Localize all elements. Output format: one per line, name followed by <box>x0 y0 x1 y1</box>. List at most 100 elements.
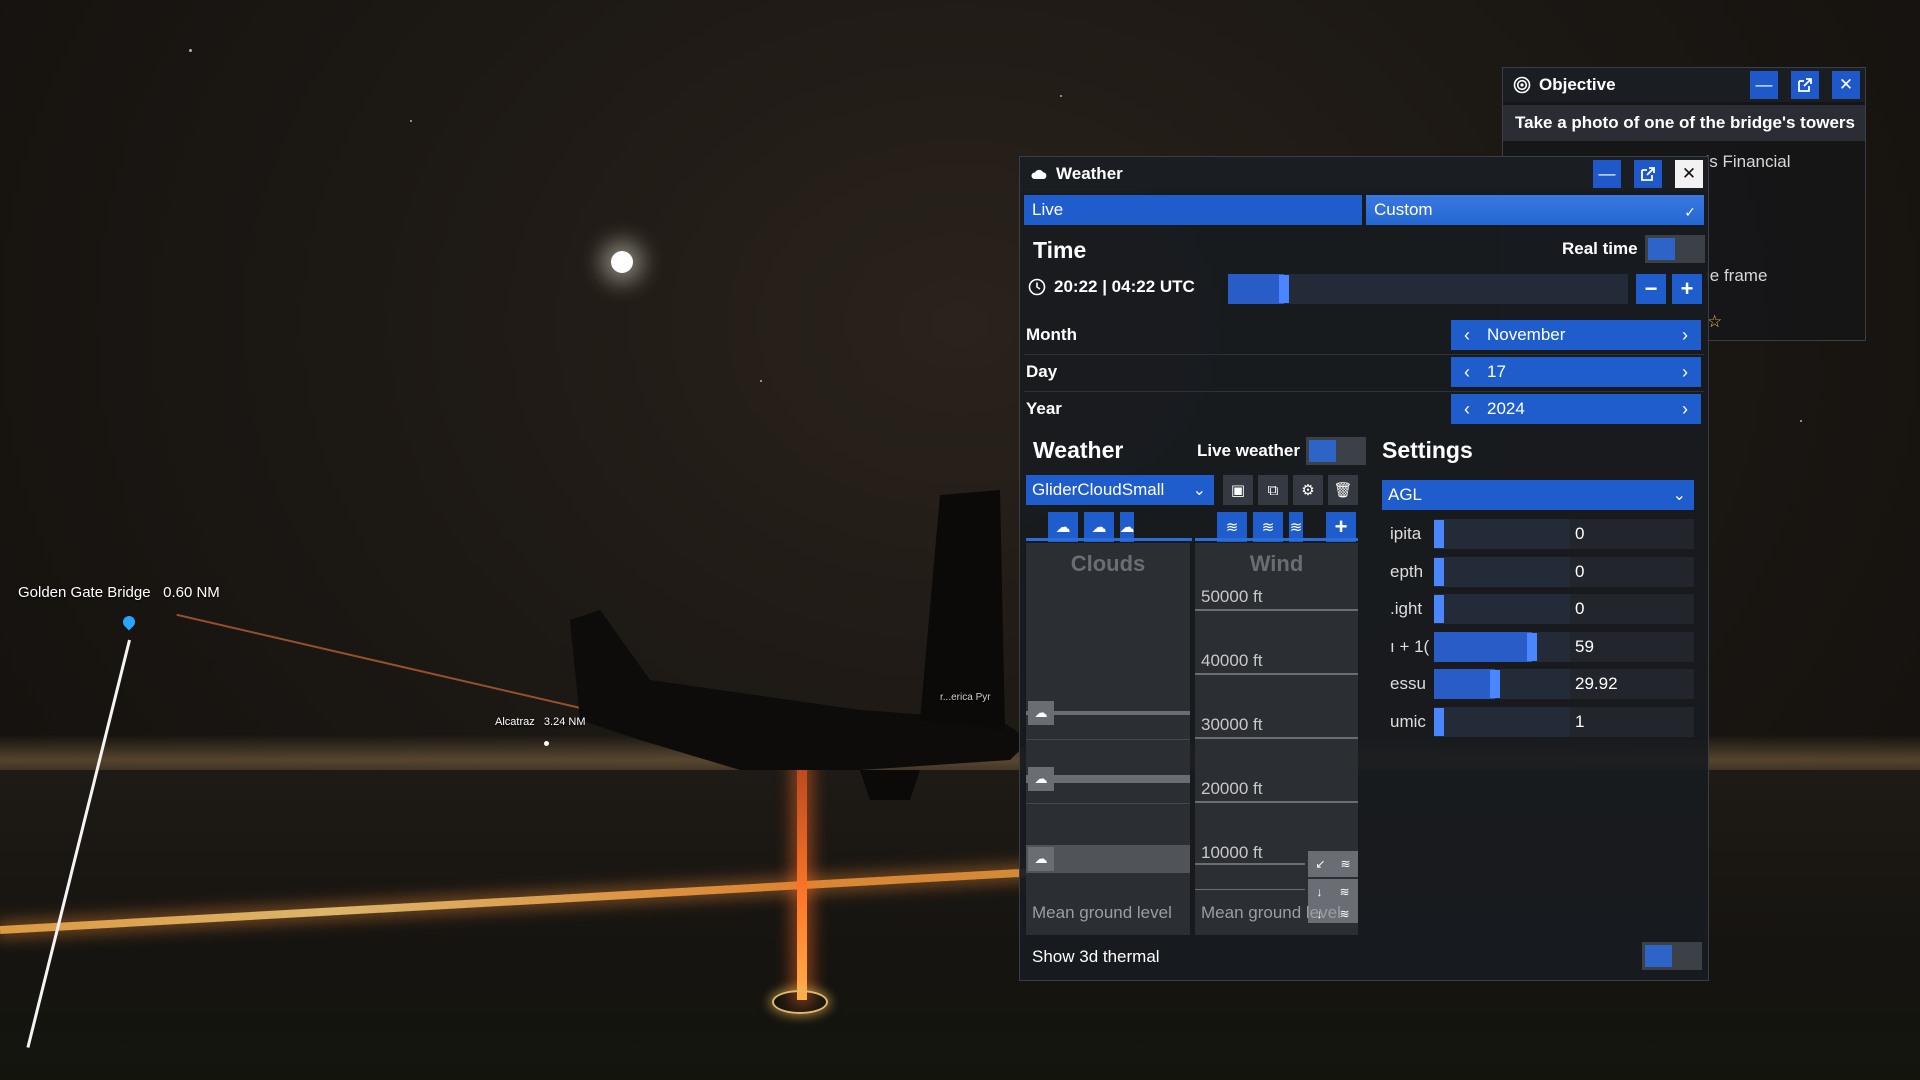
marker-alc-dot[interactable] <box>544 741 549 746</box>
time-readout: 20:22 | 04:22 UTC <box>1028 277 1195 297</box>
time-decrease-button[interactable]: − <box>1636 274 1666 304</box>
plus-icon: + <box>1334 514 1348 539</box>
cloud-icon: ☁ <box>1034 771 1048 786</box>
chevron-right-icon[interactable]: › <box>1669 399 1701 420</box>
setting-label: ı + 1( <box>1390 636 1430 656</box>
setting-slider[interactable] <box>1434 631 1570 662</box>
tab-custom[interactable]: Custom ✓ <box>1366 195 1704 225</box>
setting-slider[interactable] <box>1434 556 1570 587</box>
cloud-layer-handle[interactable]: ☁ <box>1028 847 1054 871</box>
popout-button[interactable] <box>1791 71 1819 99</box>
star <box>760 380 762 382</box>
preset-dropdown[interactable]: GliderCloudSmall ⌄ <box>1026 475 1214 505</box>
chevron-right-icon[interactable]: › <box>1669 325 1701 346</box>
time-slider-fill <box>1228 274 1284 304</box>
setting-slider-knob[interactable] <box>1526 632 1537 661</box>
weather-titlebar: Weather — ✕ <box>1020 157 1708 191</box>
altitude-mode-value: AGL <box>1388 485 1423 504</box>
minimize-button[interactable]: — <box>1750 71 1778 99</box>
year-value: 2024 <box>1487 399 1525 418</box>
setting-label: .ight <box>1390 599 1423 618</box>
objective-title: Objective <box>1539 75 1616 94</box>
tab-live-label: Live <box>1032 200 1064 219</box>
arrow-icon: ↓ <box>1316 885 1323 899</box>
day-spinner[interactable]: ‹ 17 › <box>1451 357 1701 387</box>
popout-button[interactable] <box>1634 160 1662 188</box>
setting-slider-fill <box>1434 631 1532 662</box>
copy-preset-button[interactable]: ⧉ <box>1258 475 1288 505</box>
close-button[interactable]: ✕ <box>1832 71 1860 99</box>
setting-slider-knob[interactable] <box>1434 557 1444 586</box>
setting-value[interactable]: 0 <box>1575 524 1584 544</box>
aircraft-silhouette <box>570 490 1030 800</box>
setting-slider[interactable] <box>1434 706 1570 737</box>
location-pin-icon[interactable] <box>120 613 138 631</box>
chevron-left-icon[interactable]: ‹ <box>1451 362 1483 383</box>
setting-label: umic <box>1390 711 1426 731</box>
month-spinner[interactable]: ‹ November › <box>1451 320 1701 350</box>
setting-slider[interactable] <box>1434 519 1570 549</box>
realtime-toggle[interactable] <box>1645 235 1705 263</box>
preset-settings-button[interactable]: ⚙ <box>1293 475 1323 505</box>
grid-line <box>1026 739 1190 740</box>
altitude-line <box>1195 609 1358 611</box>
setting-slider-knob[interactable] <box>1434 707 1444 736</box>
minimize-icon: — <box>1598 164 1616 183</box>
minimize-button[interactable]: — <box>1593 160 1621 188</box>
cloud-icon: ☁ <box>1034 851 1048 866</box>
setting-slider[interactable] <box>1434 669 1570 699</box>
time-slider-knob[interactable] <box>1279 275 1289 303</box>
weather-title: Weather <box>1056 164 1123 183</box>
divider <box>1024 354 1704 355</box>
popout-icon <box>1798 78 1812 92</box>
setting-value[interactable]: 29.92 <box>1575 674 1618 694</box>
marker-gg-label: Golden Gate Bridge 0.60 NM <box>18 584 220 601</box>
cloud-layer-handle[interactable]: ☁ <box>1028 701 1054 725</box>
moon <box>611 251 633 273</box>
clouds-mean-ground-label: Mean ground level <box>1032 903 1172 922</box>
cloud-icon: ☁ <box>1119 519 1135 536</box>
setting-value[interactable]: 0 <box>1575 562 1584 582</box>
cloud-layer-handle[interactable]: ☁ <box>1028 767 1054 791</box>
minimize-icon: — <box>1755 75 1773 94</box>
tab-live[interactable]: Live <box>1024 195 1362 225</box>
cloud-icon <box>1030 165 1048 183</box>
time-slider[interactable] <box>1228 274 1628 304</box>
chevron-down-icon: ⌄ <box>1672 487 1686 504</box>
chevron-right-icon[interactable]: › <box>1669 362 1701 383</box>
setting-value[interactable]: 1 <box>1575 712 1584 732</box>
setting-slider-knob[interactable] <box>1434 595 1444 623</box>
live-weather-toggle[interactable] <box>1306 437 1366 465</box>
chevron-left-icon[interactable]: ‹ <box>1451 399 1483 420</box>
marker-gg-name: Golden Gate Bridge <box>18 584 151 601</box>
day-label: Day <box>1026 362 1058 381</box>
setting-value[interactable]: 0 <box>1575 599 1584 619</box>
tower-target-ring <box>772 990 828 1014</box>
setting-slider-knob[interactable] <box>1434 520 1444 548</box>
setting-value[interactable]: 59 <box>1575 637 1594 657</box>
altitude-label: 20000 ft <box>1201 779 1263 798</box>
setting-slider-knob[interactable] <box>1490 670 1501 698</box>
target-icon <box>1513 76 1531 94</box>
weather-panel: Weather — ✕ Live Custom ✓ Time Real time … <box>1019 156 1709 981</box>
altitude-mode-dropdown[interactable]: AGL ⌄ <box>1382 480 1694 510</box>
star <box>1060 95 1062 97</box>
time-increase-button[interactable]: + <box>1672 274 1702 304</box>
altitude-line <box>1195 737 1358 739</box>
close-icon: ✕ <box>1681 164 1697 183</box>
setting-slider[interactable] <box>1434 594 1570 624</box>
chevron-left-icon[interactable]: ‹ <box>1451 325 1483 346</box>
thermal-toggle[interactable] <box>1642 942 1702 970</box>
wind-tab-underline <box>1195 538 1358 541</box>
year-spinner[interactable]: ‹ 2024 › <box>1451 394 1701 424</box>
save-preset-button[interactable]: ▣ <box>1223 475 1253 505</box>
delete-preset-button[interactable]: 🗑 <box>1328 475 1358 505</box>
month-value: November <box>1487 325 1566 344</box>
preset-value: GliderCloudSmall <box>1032 480 1165 499</box>
wind-layer-handle[interactable]: ↓ ≋ <box>1308 879 1358 905</box>
wind-layer-handle[interactable]: ↙ ≋ <box>1308 851 1358 877</box>
gear-icon: ⚙ <box>1301 482 1315 499</box>
arrow-icon: ↙ <box>1315 857 1326 871</box>
altitude-line <box>1195 673 1358 675</box>
close-button[interactable]: ✕ <box>1675 160 1703 188</box>
